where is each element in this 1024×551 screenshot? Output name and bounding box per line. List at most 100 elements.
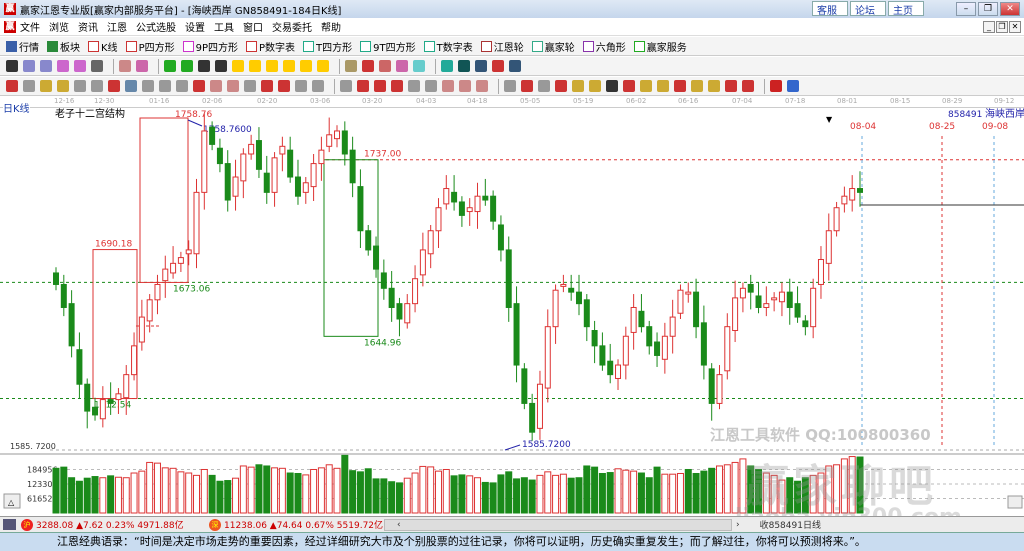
- tool-icon[interactable]: [210, 80, 222, 92]
- link-service[interactable]: 客服: [812, 1, 848, 17]
- tool-icon[interactable]: [6, 60, 18, 72]
- tool-icon[interactable]: [742, 80, 754, 92]
- tool-icon[interactable]: [74, 60, 86, 72]
- tool-icon[interactable]: [787, 80, 799, 92]
- tool-icon[interactable]: [295, 80, 307, 92]
- tool-icon[interactable]: [674, 80, 686, 92]
- toolbar-button-9[interactable]: 江恩轮: [480, 39, 524, 54]
- tool-icon[interactable]: [40, 80, 52, 92]
- tool-icon[interactable]: [555, 80, 567, 92]
- tool-icon[interactable]: [441, 60, 453, 72]
- tool-icon[interactable]: [606, 80, 618, 92]
- tool-icon[interactable]: [23, 60, 35, 72]
- toolbar-button-12[interactable]: 赢家服务: [633, 39, 687, 54]
- menu-item-3[interactable]: 江恩: [107, 19, 127, 34]
- tool-icon[interactable]: [57, 60, 69, 72]
- tool-icon[interactable]: [181, 60, 193, 72]
- tool-icon[interactable]: [125, 80, 137, 92]
- tool-icon[interactable]: [425, 80, 437, 92]
- tool-icon[interactable]: [345, 60, 357, 72]
- tool-icon[interactable]: [91, 80, 103, 92]
- tool-icon[interactable]: [91, 60, 103, 72]
- tool-icon[interactable]: [657, 80, 669, 92]
- toolbar-button-6[interactable]: T四方形: [303, 39, 352, 54]
- toolbar-button-8[interactable]: T数字表: [423, 39, 473, 54]
- toolbar-button-1[interactable]: 板块: [47, 39, 80, 54]
- menu-item-7[interactable]: 窗口: [243, 19, 263, 34]
- tool-icon[interactable]: [278, 80, 290, 92]
- toolbar-button-11[interactable]: 六角形: [582, 39, 626, 54]
- tool-icon[interactable]: [408, 80, 420, 92]
- tool-icon[interactable]: [215, 60, 227, 72]
- tool-icon[interactable]: [340, 80, 352, 92]
- tool-icon[interactable]: [691, 80, 703, 92]
- toolbar-button-0[interactable]: 行情: [6, 39, 39, 54]
- toolbar-button-10[interactable]: 赢家轮: [531, 39, 575, 54]
- tool-icon[interactable]: [57, 80, 69, 92]
- tool-icon[interactable]: [159, 80, 171, 92]
- tool-icon[interactable]: [396, 60, 408, 72]
- tool-icon[interactable]: [283, 60, 295, 72]
- tool-icon[interactable]: [142, 80, 154, 92]
- toolbar-button-2[interactable]: K线: [88, 39, 118, 54]
- tool-icon[interactable]: [23, 80, 35, 92]
- tool-icon[interactable]: [164, 60, 176, 72]
- tool-icon[interactable]: [136, 60, 148, 72]
- scrollbar[interactable]: ‹: [384, 518, 732, 531]
- calculator-icon[interactable]: [3, 519, 16, 530]
- tool-icon[interactable]: [623, 80, 635, 92]
- tool-icon[interactable]: [232, 60, 244, 72]
- tool-icon[interactable]: [74, 80, 86, 92]
- tool-icon[interactable]: [459, 80, 471, 92]
- tool-icon[interactable]: [589, 80, 601, 92]
- tool-icon[interactable]: [640, 80, 652, 92]
- mdi-close-button[interactable]: ✕: [1009, 21, 1021, 33]
- menu-item-5[interactable]: 设置: [185, 19, 205, 34]
- tool-icon[interactable]: [475, 60, 487, 72]
- tool-icon[interactable]: [391, 80, 403, 92]
- tool-icon[interactable]: [458, 60, 470, 72]
- tool-icon[interactable]: [357, 80, 369, 92]
- tool-icon[interactable]: [193, 80, 205, 92]
- scroll-right-arrow[interactable]: ›: [736, 520, 740, 530]
- restore-button[interactable]: ❐: [978, 2, 998, 16]
- menu-item-4[interactable]: 公式选股: [136, 19, 176, 34]
- tool-icon[interactable]: [538, 80, 550, 92]
- tool-icon[interactable]: [198, 60, 210, 72]
- menu-item-9[interactable]: 帮助: [321, 19, 341, 34]
- tool-icon[interactable]: [509, 60, 521, 72]
- mdi-restore-button[interactable]: ❐: [996, 21, 1008, 33]
- tool-icon[interactable]: [362, 60, 374, 72]
- link-home[interactable]: 主页: [888, 1, 924, 17]
- tool-icon[interactable]: [379, 60, 391, 72]
- menu-item-6[interactable]: 工具: [214, 19, 234, 34]
- toolbar-button-5[interactable]: P数字表: [246, 39, 295, 54]
- menu-item-2[interactable]: 资讯: [78, 19, 98, 34]
- tool-icon[interactable]: [374, 80, 386, 92]
- tool-icon[interactable]: [476, 80, 488, 92]
- tool-icon[interactable]: [708, 80, 720, 92]
- tool-icon[interactable]: [40, 60, 52, 72]
- tool-icon[interactable]: [413, 60, 425, 72]
- tool-icon[interactable]: [176, 80, 188, 92]
- tool-icon[interactable]: [312, 80, 324, 92]
- tool-icon[interactable]: [572, 80, 584, 92]
- toolbar-button-4[interactable]: 9P四方形: [182, 39, 238, 54]
- menu-item-0[interactable]: 文件: [20, 19, 40, 34]
- tool-icon[interactable]: [300, 60, 312, 72]
- menu-item-8[interactable]: 交易委托: [272, 19, 312, 34]
- tool-icon[interactable]: [244, 80, 256, 92]
- tool-icon[interactable]: [227, 80, 239, 92]
- tool-icon[interactable]: [249, 60, 261, 72]
- tool-icon[interactable]: [108, 80, 120, 92]
- tool-icon[interactable]: [492, 60, 504, 72]
- tool-icon[interactable]: [770, 80, 782, 92]
- minimize-button[interactable]: –: [956, 2, 976, 16]
- tool-icon[interactable]: [119, 60, 131, 72]
- tool-icon[interactable]: [266, 60, 278, 72]
- tool-icon[interactable]: [442, 80, 454, 92]
- tool-icon[interactable]: [504, 80, 516, 92]
- toolbar-button-3[interactable]: P四方形: [125, 39, 175, 54]
- mdi-minimize-button[interactable]: _: [983, 21, 995, 33]
- tool-icon[interactable]: [261, 80, 273, 92]
